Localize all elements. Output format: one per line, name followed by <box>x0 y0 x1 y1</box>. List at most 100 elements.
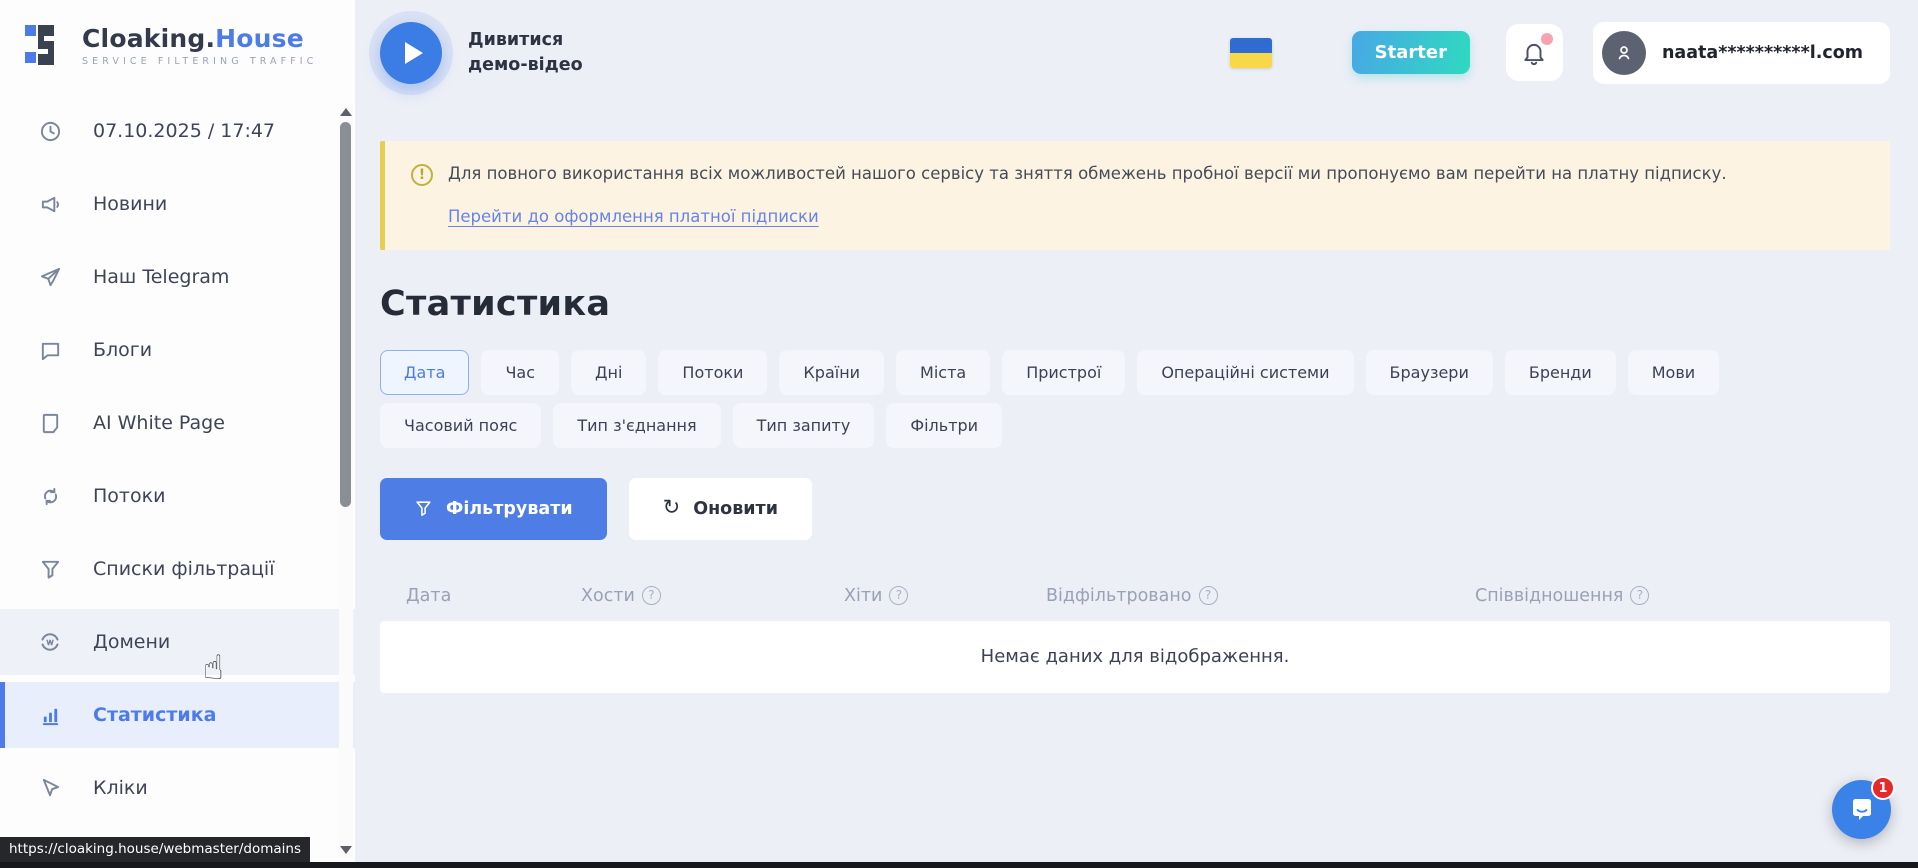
subscription-link[interactable]: Перейти до оформлення платної підписки <box>448 207 819 226</box>
webmaster-icon: w <box>37 630 63 654</box>
sidebar-item-clicks[interactable]: Кліки <box>0 755 355 821</box>
sidebar-item-label: Списки фільтрації <box>93 558 274 580</box>
sidebar-item-label: Новини <box>93 193 167 215</box>
sidebar-item-telegram[interactable]: Наш Telegram <box>0 244 355 310</box>
cursor-icon <box>37 777 63 800</box>
actions-row: Фільтрувати ↻ Оновити <box>380 478 1890 540</box>
brand-tagline: SERVICE FILTERING TRAFFIC <box>82 56 317 67</box>
scroll-down-icon[interactable] <box>340 846 352 854</box>
sidebar-item-statistics[interactable]: Статистика <box>0 682 355 748</box>
help-icon[interactable]: ? <box>889 586 908 605</box>
sidebar-item-streams[interactable]: Потоки <box>0 463 355 529</box>
sidebar-item-ai-white-page[interactable]: AI White Page <box>0 390 355 456</box>
trial-warning-text: Для повного використання всіх можливосте… <box>448 162 1727 187</box>
refresh-button[interactable]: ↻ Оновити <box>629 478 812 540</box>
logo[interactable]: Cloaking.House SERVICE FILTERING TRAFFIC <box>0 0 355 68</box>
statistics-filter-tabs: Дата Час Дні Потоки Країни Міста Пристро… <box>380 350 1890 448</box>
tab-browsers[interactable]: Браузери <box>1366 350 1493 395</box>
column-header-ratio: Співвідношення ? <box>1475 586 1649 606</box>
sidebar-item-datetime: 07.10.2025 / 17:47 <box>0 98 355 164</box>
tab-cities[interactable]: Міста <box>896 350 990 395</box>
tab-operating-systems[interactable]: Операційні системи <box>1137 350 1353 395</box>
sidebar-item-label: AI White Page <box>93 412 225 434</box>
statistics-table-header: Дата Хости ? Хіти ? Відфільтровано ? Спі… <box>380 586 1890 606</box>
help-icon[interactable]: ? <box>1199 586 1218 605</box>
page-title: Статистика <box>380 284 1890 324</box>
notification-dot <box>1541 33 1553 45</box>
page-icon <box>37 412 63 435</box>
refresh-icon: ↻ <box>663 497 681 518</box>
tab-date[interactable]: Дата <box>380 350 469 395</box>
refresh-button-label: Оновити <box>693 499 778 519</box>
sidebar-item-filter-lists[interactable]: Списки фільтрації <box>0 536 355 602</box>
scroll-up-icon[interactable] <box>340 108 352 116</box>
demo-video-label: Дивитися демо-відео <box>468 28 593 77</box>
scrollbar-thumb[interactable] <box>340 122 351 507</box>
sidebar-item-label: Домени <box>93 631 170 653</box>
screen-bottom-edge <box>0 862 1918 868</box>
sidebar-item-label: Наш Telegram <box>93 266 229 288</box>
top-bar: Дивитися демо-відео Starter naata*******… <box>380 0 1890 105</box>
help-icon[interactable]: ? <box>1630 586 1649 605</box>
link-status-bar: https://cloaking.house/webmaster/domains <box>0 837 310 862</box>
play-icon <box>405 42 423 64</box>
funnel-icon <box>37 558 63 581</box>
filter-button[interactable]: Фільтрувати <box>380 478 607 540</box>
chat-smile-icon <box>1847 795 1877 825</box>
svg-text:w: w <box>46 638 53 648</box>
column-header-filtered: Відфільтровано ? <box>1046 586 1475 606</box>
sidebar-item-news[interactable]: Новини <box>0 171 355 237</box>
megaphone-icon <box>37 193 63 216</box>
column-header-hits: Хіти ? <box>844 586 1046 606</box>
tab-time[interactable]: Час <box>481 350 559 395</box>
user-account-button[interactable]: naata**********l.com <box>1593 22 1890 84</box>
column-header-hosts: Хости ? <box>581 586 844 606</box>
sidebar-item-label: 07.10.2025 / 17:47 <box>93 120 275 142</box>
sidebar-item-domains[interactable]: w Домени <box>0 609 355 675</box>
flag-yellow-stripe <box>1230 53 1272 68</box>
tab-streams[interactable]: Потоки <box>658 350 767 395</box>
user-email: naata**********l.com <box>1662 43 1863 63</box>
sidebar: Cloaking.House SERVICE FILTERING TRAFFIC… <box>0 0 355 868</box>
tab-countries[interactable]: Країни <box>779 350 884 395</box>
sidebar-item-label: Потоки <box>93 485 165 507</box>
notifications-button[interactable] <box>1506 24 1563 81</box>
main-content: Дивитися демо-відео Starter naata*******… <box>355 0 1918 868</box>
cloaking-house-logo-icon <box>24 22 68 68</box>
help-icon[interactable]: ? <box>642 586 661 605</box>
tab-request-type[interactable]: Тип запиту <box>733 403 875 448</box>
column-header-date: Дата <box>406 586 581 606</box>
warning-icon: ! <box>411 164 433 186</box>
empty-state-text: Немає даних для відображення. <box>981 646 1290 667</box>
tab-devices[interactable]: Пристрої <box>1002 350 1125 395</box>
flag-blue-stripe <box>1230 38 1272 53</box>
sidebar-item-blogs[interactable]: Блоги <box>0 317 355 383</box>
tab-filters[interactable]: Фільтри <box>886 403 1002 448</box>
tab-languages[interactable]: Мови <box>1628 350 1719 395</box>
sidebar-item-label: Кліки <box>93 777 148 799</box>
paper-plane-icon <box>37 266 63 289</box>
empty-table-state: Немає даних для відображення. <box>380 621 1890 693</box>
tab-brands[interactable]: Бренди <box>1505 350 1616 395</box>
tab-connection-type[interactable]: Тип з'єднання <box>553 403 720 448</box>
funnel-icon <box>414 499 433 518</box>
sidebar-nav: 07.10.2025 / 17:47 Новини Наш Telegram Б… <box>0 98 355 821</box>
avatar <box>1602 31 1646 75</box>
chat-unread-badge: 1 <box>1871 776 1895 800</box>
plan-starter-button[interactable]: Starter <box>1352 31 1470 74</box>
language-flag-ukraine[interactable] <box>1230 38 1272 68</box>
tab-timezone[interactable]: Часовий пояс <box>380 403 541 448</box>
demo-video-play-button[interactable] <box>380 22 442 84</box>
sync-icon <box>37 485 63 508</box>
filter-button-label: Фільтрувати <box>446 499 573 519</box>
support-chat-button[interactable]: 1 <box>1832 780 1891 839</box>
tab-days[interactable]: Дні <box>571 350 646 395</box>
clock-icon <box>37 120 63 143</box>
sidebar-item-label: Блоги <box>93 339 152 361</box>
brand-name: Cloaking.House <box>82 24 317 53</box>
chat-bubble-icon <box>37 339 63 362</box>
bar-chart-icon <box>37 704 63 727</box>
sidebar-item-label: Статистика <box>93 704 216 726</box>
sidebar-scrollbar[interactable] <box>339 104 353 858</box>
trial-warning-banner: ! Для повного використання всіх можливос… <box>380 141 1890 250</box>
